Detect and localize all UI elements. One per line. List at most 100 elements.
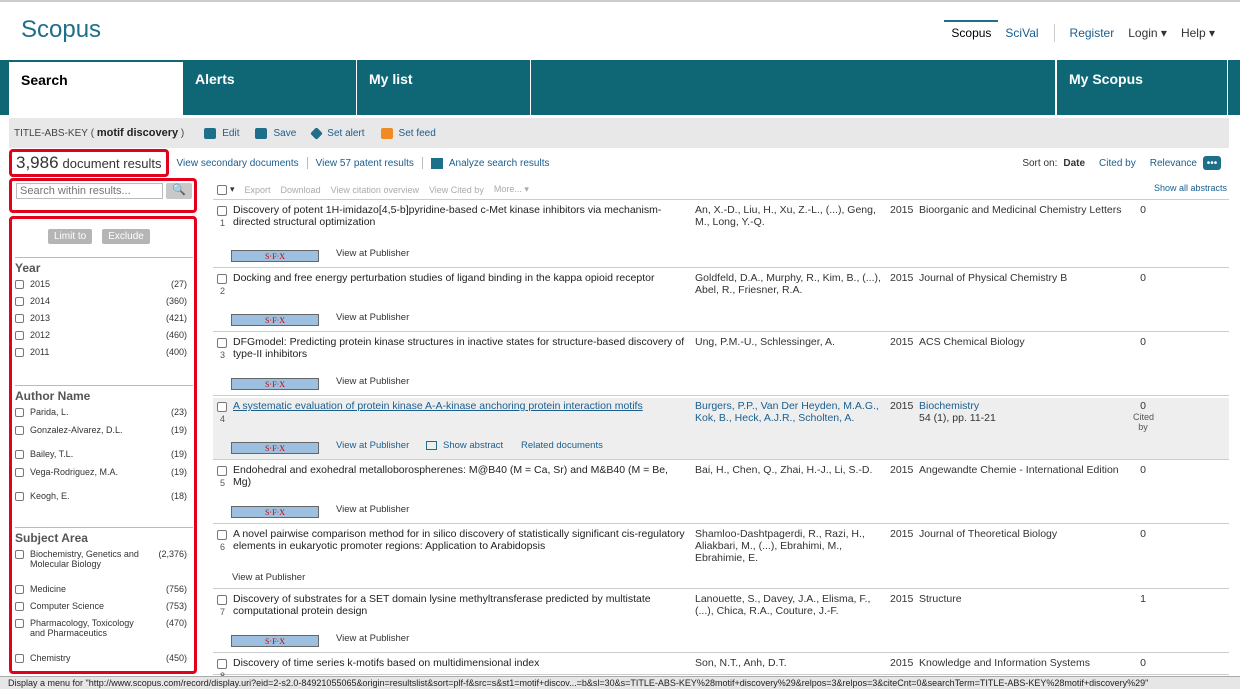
- facet-label: Keogh, E.: [30, 491, 70, 501]
- set-feed-button[interactable]: Set feed: [380, 127, 436, 139]
- edit-button[interactable]: Edit: [204, 127, 239, 139]
- sfx-button[interactable]: S·F·X: [231, 250, 319, 262]
- result-row: 7 Discovery of substrates for a SET domai…: [213, 591, 1229, 653]
- citation-overview-button[interactable]: View citation overview: [331, 185, 419, 195]
- facet-checkbox[interactable]: [15, 619, 24, 628]
- document-title[interactable]: Discovery of time series k-motifs based …: [233, 657, 688, 669]
- row-checkbox[interactable]: [217, 206, 227, 216]
- nav-login[interactable]: Login ▾: [1121, 26, 1174, 40]
- set-alert-button[interactable]: Set alert: [310, 126, 365, 140]
- download-button[interactable]: Download: [281, 185, 321, 195]
- view-at-publisher-link[interactable]: View at Publisher: [336, 633, 409, 644]
- view-secondary-link[interactable]: View secondary documents: [177, 158, 299, 169]
- sort-relevance[interactable]: Relevance: [1150, 158, 1197, 169]
- document-title[interactable]: Discovery of substrates for a SET domain…: [233, 593, 688, 617]
- sfx-button[interactable]: S·F·X: [231, 635, 319, 647]
- row-checkbox[interactable]: [217, 274, 227, 284]
- facet-label: Biochemistry, Genetics and Molecular Bio…: [30, 549, 139, 569]
- query-terms: motif discovery: [96, 127, 179, 139]
- sfx-button[interactable]: S·F·X: [231, 442, 319, 454]
- nav-register[interactable]: Register: [1063, 26, 1122, 40]
- document-title[interactable]: A novel pairwise comparison method for i…: [233, 528, 688, 552]
- row-checkbox[interactable]: [217, 659, 227, 669]
- facet-checkbox[interactable]: [15, 426, 24, 435]
- row-checkbox[interactable]: [217, 338, 227, 348]
- facet-checkbox[interactable]: [15, 468, 24, 477]
- sfx-button[interactable]: S·F·X: [231, 314, 319, 326]
- facet-count: (756): [165, 584, 187, 594]
- tab-my-scopus[interactable]: My Scopus: [1056, 60, 1228, 115]
- sort-date[interactable]: Date: [1063, 158, 1085, 169]
- tab-my-list[interactable]: My list: [357, 60, 531, 115]
- document-title[interactable]: DFGmodel: Predicting protein kinase stru…: [233, 336, 688, 360]
- document-title[interactable]: Docking and free energy perturbation stu…: [233, 272, 688, 284]
- save-button[interactable]: Save: [255, 127, 296, 139]
- sort-cited-by[interactable]: Cited by: [1099, 158, 1136, 169]
- view-at-publisher-link[interactable]: View at Publisher: [336, 504, 409, 515]
- facet-checkbox[interactable]: [15, 314, 24, 323]
- document-source[interactable]: Biochemistry 54 (1), pp. 11-21: [919, 400, 1124, 424]
- exclude-button[interactable]: Exclude: [102, 229, 150, 244]
- row-checkbox[interactable]: [217, 530, 227, 540]
- facet-checkbox[interactable]: [15, 654, 24, 663]
- facet-checkbox[interactable]: [15, 297, 24, 306]
- view-at-publisher-link[interactable]: View at Publisher: [336, 440, 409, 451]
- result-row: 4 A systematic evaluation of protein kina…: [213, 398, 1229, 460]
- sfx-button[interactable]: S·F·X: [231, 378, 319, 390]
- document-year: 2015: [890, 204, 914, 216]
- related-documents-link[interactable]: Related documents: [521, 440, 603, 451]
- row-number: 7: [220, 607, 226, 617]
- result-row: 6 A novel pairwise comparison method for …: [213, 526, 1229, 589]
- facet-checkbox[interactable]: [15, 348, 24, 357]
- nav-scival[interactable]: SciVal: [998, 26, 1045, 40]
- more-sort-button[interactable]: •••: [1203, 156, 1221, 170]
- tab-spacer: [531, 60, 1056, 115]
- nav-help[interactable]: Help ▾: [1174, 26, 1222, 40]
- search-within-box: 🔍: [9, 178, 197, 213]
- query-field: TITLE-ABS-KEY: [14, 127, 88, 139]
- facet-checkbox[interactable]: [15, 408, 24, 417]
- tab-search[interactable]: Search: [9, 62, 183, 115]
- facet-count: (421): [165, 313, 187, 323]
- view-at-publisher-link[interactable]: View at Publisher: [336, 248, 409, 259]
- results-toolbar: ▾ Export Download View citation overview…: [213, 180, 1229, 200]
- row-checkbox[interactable]: [217, 595, 227, 605]
- facet-checkbox[interactable]: [15, 550, 24, 559]
- view-at-publisher-link[interactable]: View at Publisher: [336, 376, 409, 387]
- facet-checkbox[interactable]: [15, 450, 24, 459]
- alert-icon: [310, 126, 324, 140]
- facet-checkbox[interactable]: [15, 585, 24, 594]
- cited-count: 0: [1140, 657, 1146, 669]
- document-source: ACS Chemical Biology: [919, 336, 1025, 348]
- limit-to-button[interactable]: Limit to: [48, 229, 93, 244]
- show-abstract-link[interactable]: Show abstract: [426, 440, 503, 451]
- show-all-abstracts-link[interactable]: Show all abstracts: [1154, 183, 1227, 193]
- view-cited-by-button[interactable]: View Cited by: [429, 185, 484, 195]
- row-checkbox[interactable]: [217, 466, 227, 476]
- scopus-logo[interactable]: Scopus: [21, 16, 101, 44]
- document-title[interactable]: Endohedral and exohedral metalloborosphe…: [233, 464, 688, 488]
- nav-scopus[interactable]: Scopus: [944, 20, 999, 40]
- document-title[interactable]: A systematic evaluation of protein kinas…: [233, 400, 688, 412]
- document-volume: 54 (1), pp. 11-21: [919, 412, 996, 424]
- search-icon[interactable]: 🔍: [166, 183, 192, 199]
- facet-checkbox[interactable]: [15, 280, 24, 289]
- document-title[interactable]: Discovery of potent 1H-imidazo[4,5-b]pyr…: [233, 204, 688, 228]
- document-authors: Ung, P.M.-U., Schlessinger, A.: [695, 336, 835, 348]
- analyze-results-link[interactable]: Analyze search results: [430, 157, 549, 169]
- search-within-input[interactable]: [16, 183, 163, 199]
- sfx-button[interactable]: S·F·X: [231, 506, 319, 518]
- more-button[interactable]: More... ▾: [494, 184, 529, 195]
- document-authors[interactable]: Burgers, P.P., Van Der Heyden, M.A.G., K…: [695, 400, 885, 424]
- view-at-publisher-link[interactable]: View at Publisher: [336, 312, 409, 323]
- facet-checkbox[interactable]: [15, 602, 24, 611]
- row-checkbox[interactable]: [217, 402, 227, 412]
- view-patent-link[interactable]: View 57 patent results: [316, 158, 414, 169]
- view-at-publisher-link[interactable]: View at Publisher: [232, 572, 305, 583]
- tab-alerts[interactable]: Alerts: [183, 60, 357, 115]
- facet-checkbox[interactable]: [15, 331, 24, 340]
- facet-checkbox[interactable]: [15, 492, 24, 501]
- facet-count: (360): [165, 296, 187, 306]
- export-button[interactable]: Export: [245, 185, 271, 195]
- select-all-checkbox[interactable]: ▾: [217, 184, 235, 195]
